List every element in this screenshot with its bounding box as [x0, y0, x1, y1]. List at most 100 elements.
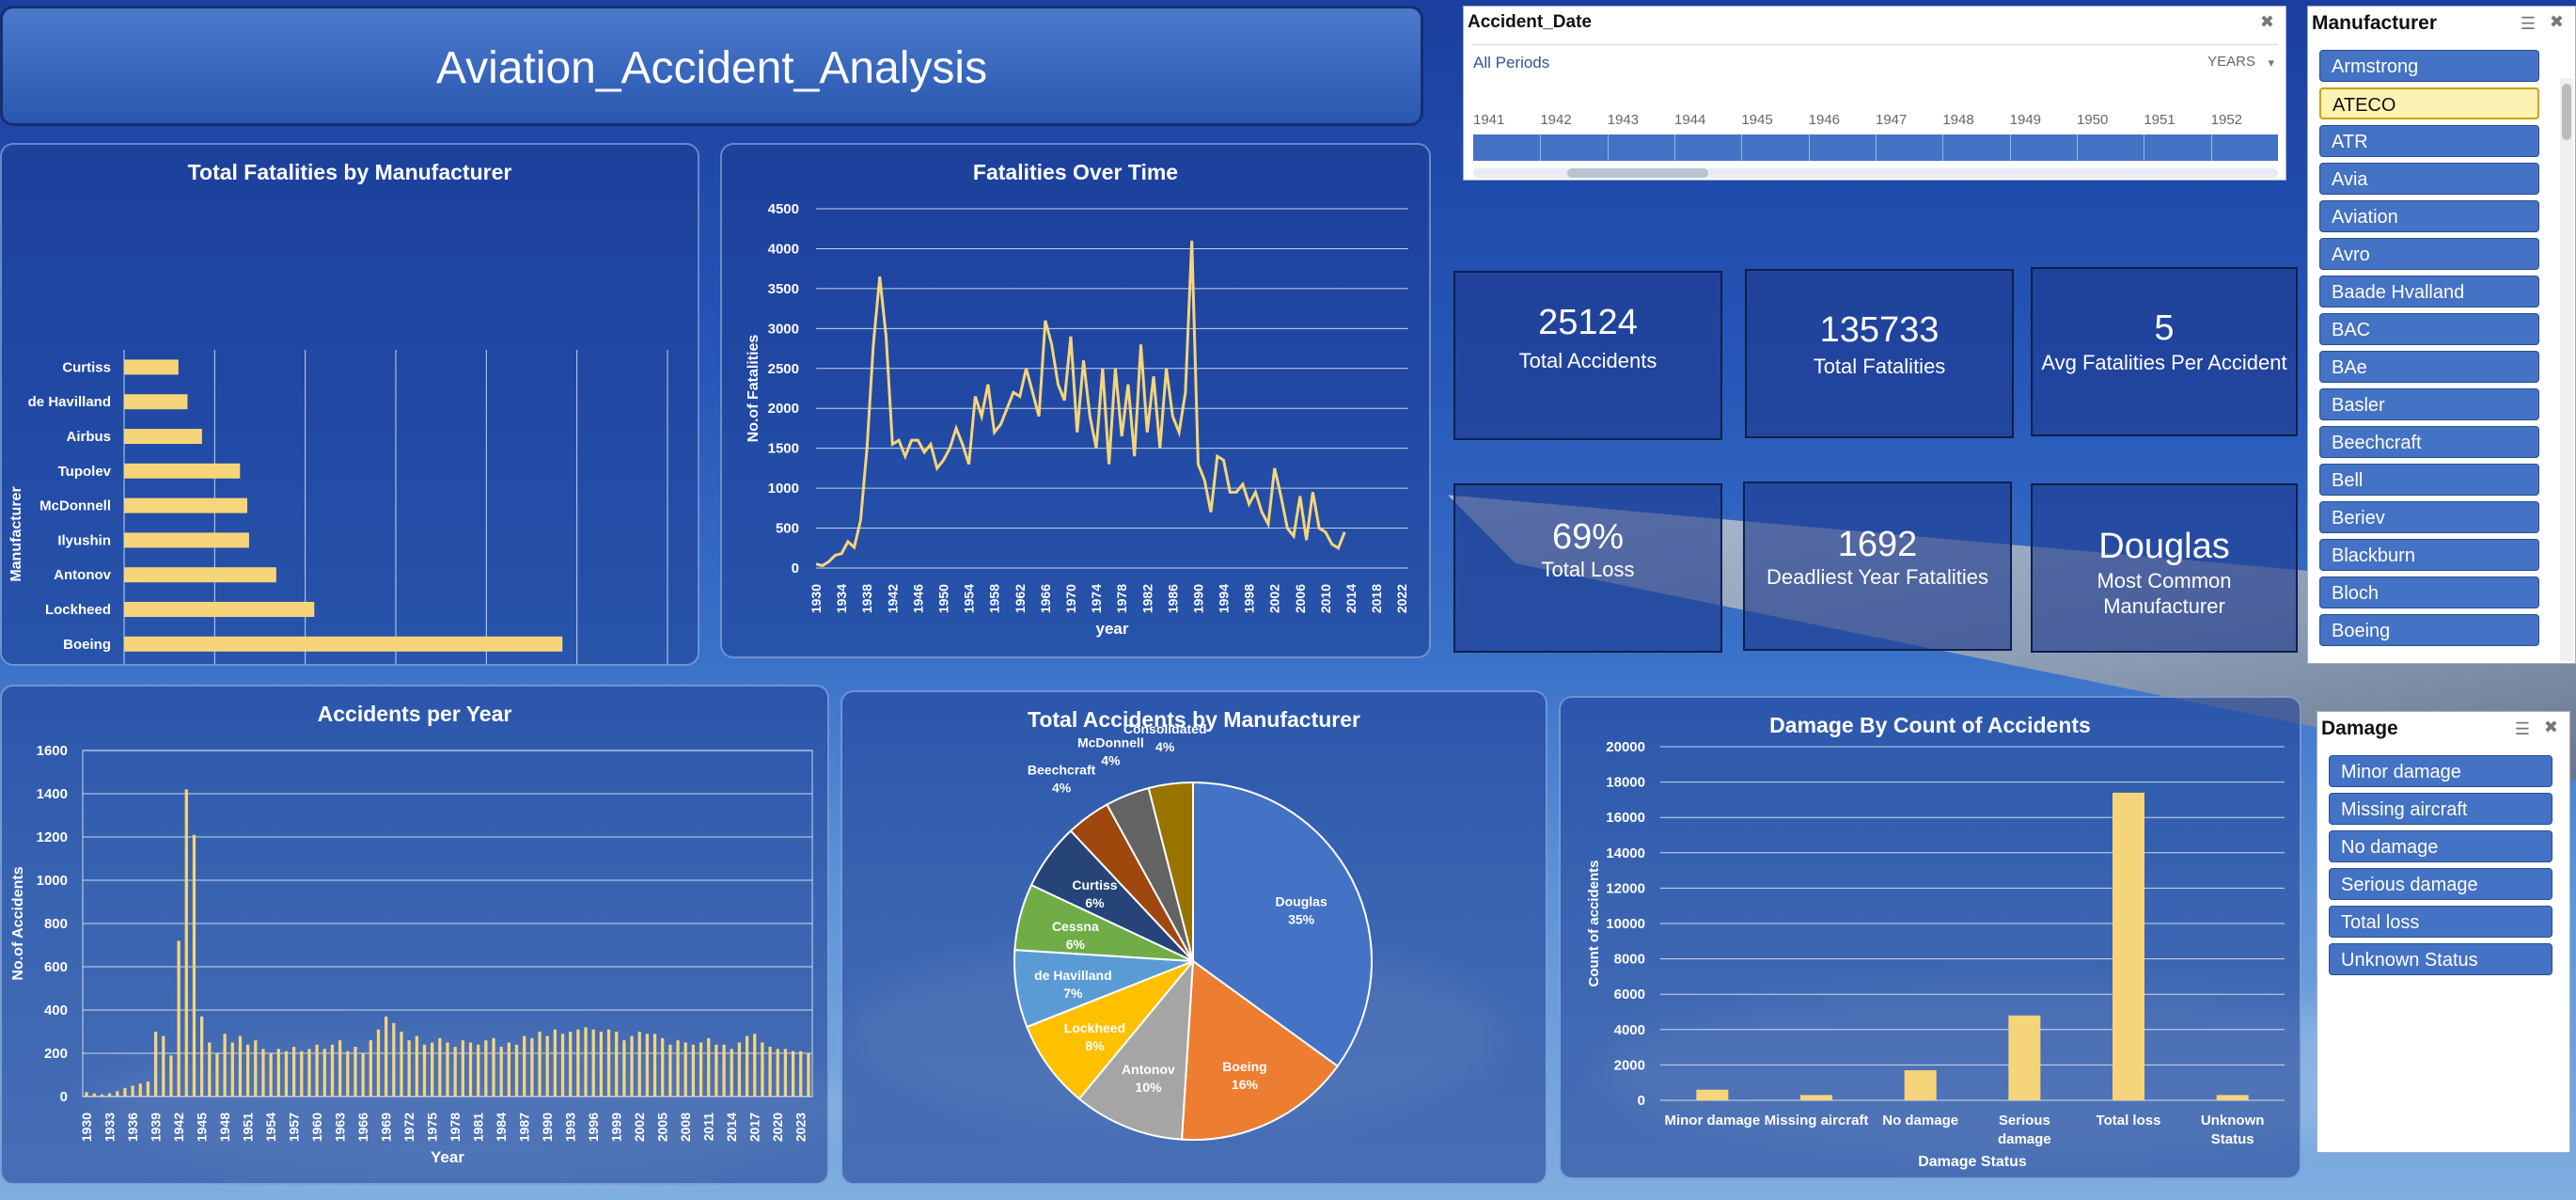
- damage-slicer[interactable]: Damage ☰ ✖ Minor damage Missing aircraft N…: [2317, 711, 2570, 1153]
- slicer-item[interactable]: Unknown Status: [2329, 943, 2552, 975]
- manufacturer-slicer[interactable]: Manufacturer ☰ ✖ Armstrong ATECO ATR Avia Av…: [2307, 6, 2576, 664]
- damage-by-count-panel[interactable]: Damage By Count of Accidents 0 2000 4000 60…: [1559, 696, 2301, 1179]
- y-tick-label: 3500: [768, 281, 799, 297]
- slicer-scrollbar[interactable]: [2560, 78, 2573, 661]
- kpi-value: 69%: [1551, 517, 1625, 557]
- bar: [761, 1042, 764, 1097]
- slicer-item[interactable]: Avro: [2319, 238, 2539, 270]
- slicer-item[interactable]: Armstrong: [2319, 50, 2539, 82]
- scrollbar-thumb[interactable]: [2562, 84, 2571, 140]
- bar: [107, 1093, 112, 1097]
- x-tick-label: damage: [1998, 1131, 2051, 1147]
- slicer-item[interactable]: No damage: [2329, 830, 2552, 862]
- timeline-year-label[interactable]: 1944: [1674, 112, 1705, 128]
- timeline-year-label[interactable]: 1950: [2077, 112, 2108, 128]
- x-tick-label: 1934: [834, 584, 849, 613]
- slicer-item[interactable]: Aviation: [2319, 200, 2539, 232]
- x-tick-label: 1999: [609, 1113, 624, 1142]
- slicer-item[interactable]: Total loss: [2329, 906, 2552, 938]
- slicer-item[interactable]: Avia: [2319, 163, 2539, 195]
- slicer-item[interactable]: Bell: [2319, 464, 2539, 496]
- slice-percent: 4%: [1052, 780, 1072, 795]
- bar: [446, 1042, 449, 1097]
- slicer-item[interactable]: Beechcraft: [2319, 426, 2539, 458]
- bar: [753, 1034, 757, 1097]
- slice-percent: 16%: [1232, 1077, 1259, 1092]
- time-level-dropdown[interactable]: YEARS: [2207, 54, 2255, 70]
- scrollbar-thumb[interactable]: [1567, 168, 1708, 178]
- timeline-bar[interactable]: [1473, 134, 2278, 161]
- slicer-item[interactable]: BAC: [2319, 313, 2539, 345]
- bar: [730, 1049, 733, 1097]
- timeline-year-label[interactable]: 1947: [1876, 112, 1907, 128]
- bar: [514, 1044, 519, 1097]
- slice-label: Consolidated: [1123, 721, 1207, 736]
- x-tick-label: 1960: [309, 1113, 324, 1142]
- y-tick-label: 200: [44, 1046, 68, 1062]
- slicer-item[interactable]: Minor damage: [2329, 755, 2552, 787]
- slicer-item[interactable]: Bloch: [2319, 576, 2539, 608]
- multi-select-icon[interactable]: ☰: [2521, 14, 2536, 34]
- bar: [668, 1044, 672, 1097]
- slicer-item[interactable]: Boeing: [2319, 614, 2539, 646]
- timeline-divider: [1607, 134, 1609, 161]
- x-tick-label: 2017: [747, 1113, 762, 1142]
- timeline-year-label[interactable]: 1942: [1540, 112, 1571, 128]
- timeline-scrollbar[interactable]: [1473, 168, 2278, 178]
- slicer-item[interactable]: Serious damage: [2329, 868, 2552, 900]
- slicer-item[interactable]: Missing aircraft: [2329, 793, 2552, 825]
- clear-filter-icon[interactable]: ✖: [2550, 12, 2564, 32]
- y-tick-label: 1200: [37, 829, 68, 845]
- bar: [737, 1042, 742, 1097]
- x-tick-label: 1987: [517, 1113, 532, 1142]
- x-tick-label: 1984: [494, 1113, 509, 1142]
- kpi-label: Total Accidents: [1518, 349, 1657, 372]
- bar: [138, 1083, 142, 1097]
- clear-filter-icon[interactable]: ✖: [2260, 12, 2274, 32]
- bar: [208, 1042, 212, 1097]
- slicer-item[interactable]: Basler: [2319, 388, 2539, 420]
- slicer-item[interactable]: ATR: [2319, 125, 2539, 157]
- accidents-per-year-panel[interactable]: Accidents per Year 0 200 400 600 800 1000 1200…: [0, 685, 829, 1185]
- y-tick-label: 1000: [768, 481, 799, 497]
- timeline-year-label[interactable]: 1946: [1809, 112, 1840, 128]
- timeline-year-label[interactable]: 1951: [2144, 112, 2175, 128]
- timeline-year-label[interactable]: 1945: [1741, 112, 1772, 128]
- bar: [124, 567, 276, 583]
- x-tick-label: 1990: [1190, 584, 1205, 613]
- slicer-item[interactable]: ATECO: [2319, 87, 2539, 119]
- y-tick-label: 0: [60, 1089, 68, 1105]
- fatalities-over-time-panel[interactable]: Fatalities Over Time 0 500 1000 1500 2000 250…: [720, 143, 1431, 658]
- slicer-item[interactable]: Blackburn: [2319, 539, 2539, 571]
- x-tick-label: Total loss: [2097, 1113, 2161, 1129]
- clear-filter-icon[interactable]: ✖: [2544, 718, 2558, 737]
- y-tick-label: de Havilland: [28, 394, 111, 410]
- slicer-item[interactable]: Beriev: [2319, 501, 2539, 533]
- accidents-by-manufacturer-panel[interactable]: Total Accidents by Manufacturer Douglas 3…: [840, 690, 1547, 1185]
- multi-select-icon[interactable]: ☰: [2515, 719, 2530, 739]
- fatalities-by-manufacturer-panel[interactable]: Total Fatalities by Manufacturer 0500010…: [0, 143, 699, 666]
- slicer-item[interactable]: Baade Hvalland: [2319, 276, 2539, 308]
- timeline-year-label[interactable]: 1948: [1942, 112, 1973, 128]
- chevron-down-icon[interactable]: ▾: [2268, 55, 2274, 71]
- x-tick-label: 1930: [79, 1113, 94, 1142]
- bar: [745, 1035, 749, 1097]
- timeline-divider: [2009, 134, 2011, 161]
- timeline-year-label[interactable]: 1952: [2211, 112, 2242, 128]
- y-tick-label: Boeing: [63, 637, 111, 653]
- bar: [407, 1040, 411, 1097]
- x-tick-label: 1966: [1038, 584, 1053, 613]
- timeline-year-label[interactable]: 1941: [1473, 112, 1504, 128]
- timeline-year-label[interactable]: 1949: [2010, 112, 2041, 128]
- bar: [523, 1035, 526, 1097]
- slicer-title: Damage: [2321, 718, 2398, 739]
- timeline-year-label[interactable]: 1943: [1608, 112, 1639, 128]
- bar: [284, 1050, 289, 1097]
- y-tick-label: Ilyushin: [57, 532, 111, 548]
- kpi-value: Douglas: [2098, 527, 2230, 566]
- bar: [768, 1047, 772, 1097]
- accident-date-timeline[interactable]: Accident_Date ✖ All Periods YEARS ▾ 1941…: [1463, 6, 2286, 181]
- bar: [2216, 1095, 2249, 1100]
- slicer-item[interactable]: BAe: [2319, 351, 2539, 383]
- x-tick-label: 1978: [1114, 584, 1129, 613]
